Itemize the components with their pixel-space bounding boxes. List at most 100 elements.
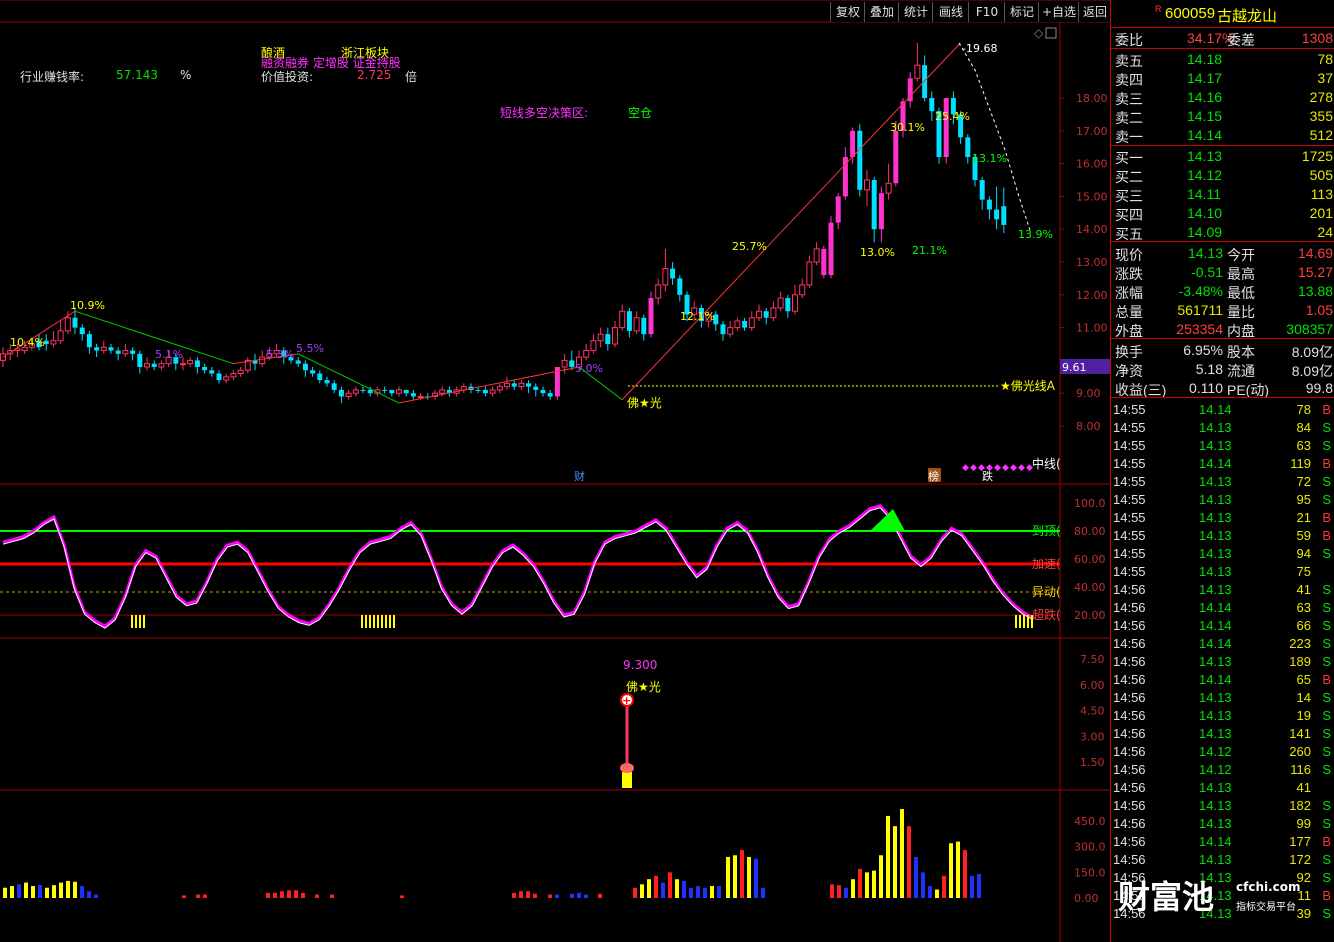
tick-row[interactable]: 14:55 14.13 21 B bbox=[1113, 509, 1333, 527]
candle-body bbox=[850, 130, 856, 158]
price-axis-label: 15.00 bbox=[1076, 190, 1108, 203]
buy-volume: 24 bbox=[1317, 224, 1333, 240]
volume-bar bbox=[675, 879, 679, 898]
tick-row[interactable]: 14:55 14.14 119 B bbox=[1113, 455, 1333, 473]
candle-body bbox=[561, 359, 568, 368]
tick-volume: 141 bbox=[1289, 726, 1311, 741]
sell-row: 卖四 14.17 37 bbox=[1115, 69, 1333, 88]
toolbar-stats-button[interactable]: 统计 bbox=[898, 2, 933, 22]
stat-value: 0.110 bbox=[1189, 380, 1223, 396]
tick-row[interactable]: 14:55 14.13 95 S bbox=[1113, 491, 1333, 509]
tick-row[interactable]: 14:56 14.13 14 S bbox=[1113, 689, 1333, 707]
sell-volume: 355 bbox=[1309, 108, 1333, 124]
candle-body bbox=[151, 363, 157, 367]
tick-row[interactable]: 14:55 14.13 63 S bbox=[1113, 437, 1333, 455]
candle-body bbox=[475, 389, 481, 391]
weibi-row: 委比 34.17% 委差 1308 bbox=[1115, 29, 1333, 48]
candle-body bbox=[158, 363, 165, 368]
osc-axis-label: 60.00 bbox=[1074, 553, 1106, 566]
tick-row[interactable]: 14:56 14.13 182 S bbox=[1113, 797, 1333, 815]
toolbar-f10-button[interactable]: F10 bbox=[968, 2, 1005, 22]
tick-time: 14:56 bbox=[1113, 636, 1146, 651]
tick-price: 14.13 bbox=[1199, 582, 1232, 597]
volume-bar bbox=[45, 887, 49, 898]
volume-bar bbox=[287, 890, 291, 898]
candle-body bbox=[194, 360, 200, 367]
volume-bar bbox=[330, 894, 334, 898]
volume-axis-label: 0.00 bbox=[1074, 892, 1099, 905]
volume-bar bbox=[696, 886, 700, 898]
toolbar-overlay-button[interactable]: 叠加 bbox=[864, 2, 899, 22]
tick-row[interactable]: 14:56 14.13 19 S bbox=[1113, 707, 1333, 725]
ind3-foguang-label: 佛★光 bbox=[626, 680, 661, 694]
volume-bar bbox=[87, 891, 91, 898]
tick-time: 14:56 bbox=[1113, 582, 1146, 597]
volume-bar bbox=[548, 894, 552, 898]
volume-bar bbox=[928, 886, 932, 898]
candle-body bbox=[720, 324, 726, 335]
volume-bar bbox=[921, 872, 925, 898]
buy-price: 14.11 bbox=[1187, 186, 1221, 202]
tick-row[interactable]: 14:55 14.13 84 S bbox=[1113, 419, 1333, 437]
tick-price: 14.12 bbox=[1199, 762, 1232, 777]
tick-volume: 39 bbox=[1296, 906, 1311, 921]
buy-row: 买二 14.12 505 bbox=[1115, 166, 1333, 185]
toolbar-fuquan-button[interactable]: 复权 bbox=[830, 2, 865, 22]
candle-body bbox=[914, 64, 921, 79]
candle-body bbox=[389, 389, 395, 394]
tick-row[interactable]: 14:56 14.13 41 bbox=[1113, 779, 1333, 797]
tick-row[interactable]: 14:56 14.14 223 S bbox=[1113, 635, 1333, 653]
price-axis-label: 9.00 bbox=[1076, 387, 1101, 400]
percent-annotation: 25.4% bbox=[935, 110, 970, 123]
tick-volume: 41 bbox=[1296, 780, 1311, 795]
tick-row[interactable]: 14:55 14.13 75 bbox=[1113, 563, 1333, 581]
sell-row: 卖一 14.14 512 bbox=[1115, 126, 1333, 145]
tick-row[interactable]: 14:56 14.13 41 S bbox=[1113, 581, 1333, 599]
sell-level-label: 卖二 bbox=[1115, 110, 1143, 126]
toolbar-draw-button[interactable]: 画线 bbox=[932, 2, 969, 22]
toolbar-mark-button[interactable]: 标记 bbox=[1004, 2, 1039, 22]
kline-chart[interactable]: ◇ 18.00 17.00 16.00 15.00 14.00 13.00 12.00 11.0… bbox=[0, 0, 1110, 942]
tick-volume: 172 bbox=[1289, 852, 1311, 867]
buy-row: 买一 14.13 1725 bbox=[1115, 147, 1333, 166]
tick-row[interactable]: 14:56 14.13 189 S bbox=[1113, 653, 1333, 671]
candle-body bbox=[187, 359, 194, 365]
candle-body bbox=[893, 130, 899, 184]
buy-price: 14.12 bbox=[1187, 167, 1223, 183]
tick-time: 14:56 bbox=[1113, 708, 1146, 723]
volume-bar bbox=[956, 841, 960, 898]
tick-price: 14.13 bbox=[1199, 852, 1232, 867]
toolbar-add-watch-button[interactable]: +自选 bbox=[1038, 2, 1079, 22]
candle-body bbox=[86, 334, 92, 348]
tick-volume: 99 bbox=[1296, 816, 1311, 831]
stock-name: 古越龙山 bbox=[1217, 8, 1278, 25]
tick-row[interactable]: 14:56 14.12 260 S bbox=[1113, 743, 1333, 761]
toolbar-back-button[interactable]: 返回 bbox=[1078, 2, 1111, 22]
tick-row[interactable]: 14:56 14.13 141 S bbox=[1113, 725, 1333, 743]
tick-row[interactable]: 14:55 14.13 59 B bbox=[1113, 527, 1333, 545]
tick-row[interactable]: 14:56 14.13 99 S bbox=[1113, 815, 1333, 833]
tick-row[interactable]: 14:56 14.14 65 B bbox=[1113, 671, 1333, 689]
candle-body bbox=[641, 317, 647, 335]
tick-row[interactable]: 14:56 14.12 116 S bbox=[1113, 761, 1333, 779]
sell-price: 14.16 bbox=[1187, 89, 1223, 105]
tick-row[interactable]: 14:56 14.14 177 B bbox=[1113, 833, 1333, 851]
tick-row[interactable]: 14:56 14.14 66 S bbox=[1113, 617, 1333, 635]
tick-row[interactable]: 14:56 14.14 63 S bbox=[1113, 599, 1333, 617]
volume-bar bbox=[761, 887, 765, 898]
ind3-plus-sign: + bbox=[622, 694, 631, 707]
tick-time: 14:55 bbox=[1113, 402, 1146, 417]
tick-row[interactable]: 14:55 14.13 72 S bbox=[1113, 473, 1333, 491]
stat-value: 6.95% bbox=[1183, 342, 1223, 358]
chart-area[interactable]: ◇ 18.00 17.00 16.00 15.00 14.00 13.00 12.00 11.0… bbox=[0, 0, 1111, 942]
volume-bar bbox=[31, 886, 35, 898]
tick-time: 14:56 bbox=[1113, 834, 1146, 849]
tick-price: 14.14 bbox=[1199, 672, 1232, 687]
tick-row[interactable]: 14:55 14.14 78 B bbox=[1113, 401, 1333, 419]
tick-side: B bbox=[1322, 528, 1331, 543]
tick-row[interactable]: 14:56 14.13 172 S bbox=[1113, 851, 1333, 869]
volume-bar bbox=[963, 850, 967, 898]
tick-row[interactable]: 14:55 14.13 94 S bbox=[1113, 545, 1333, 563]
candle-body bbox=[64, 317, 71, 332]
buy-volume: 113 bbox=[1310, 186, 1333, 202]
